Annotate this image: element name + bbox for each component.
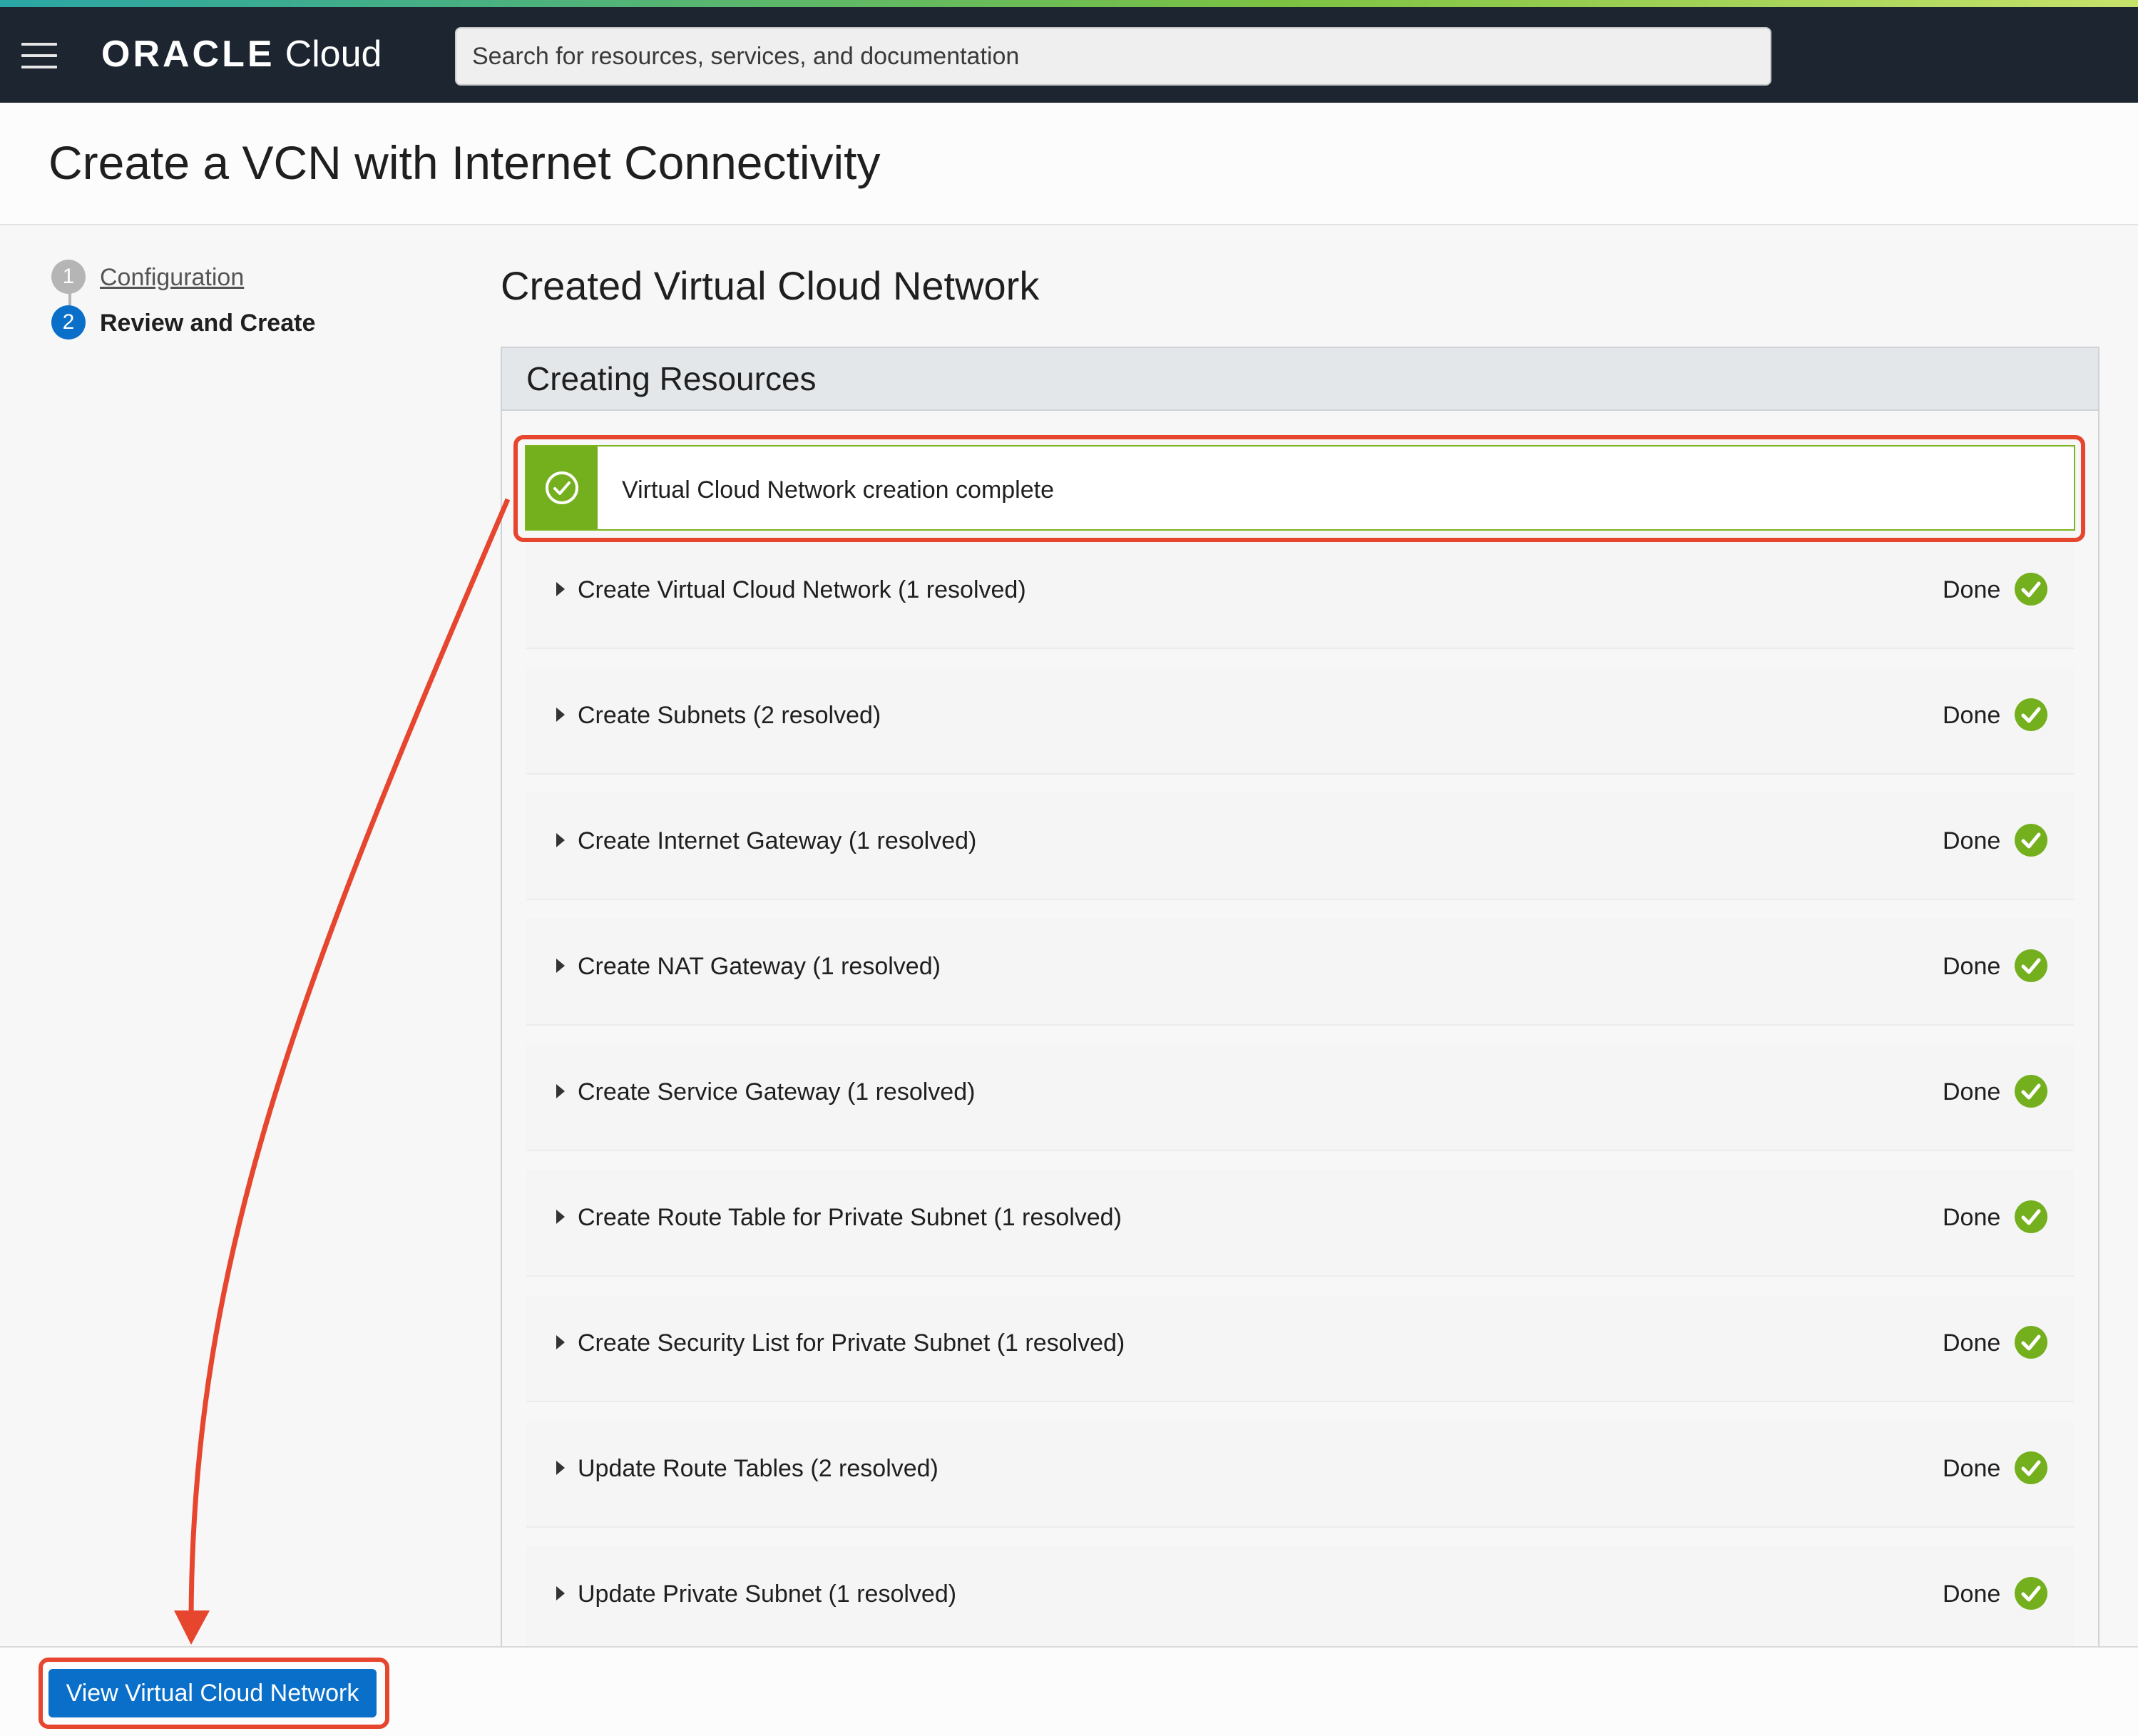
resource-status-text: Done [1943,1581,2001,1608]
check-circle-icon [2015,1326,2047,1359]
check-circle-icon [546,471,578,504]
resource-item-label[interactable]: Create Internet Gateway (1 resolved) [578,827,976,855]
check-circle-icon [2015,698,2047,731]
resource-item[interactable]: Create Internet Gateway (1 resolved) Don… [526,793,2074,900]
page-title: Create a VCN with Internet Connectivity [48,136,881,189]
resource-status-text: Done [1943,1455,2001,1482]
resource-item[interactable]: Create Security List for Private Subnet … [526,1295,2074,1402]
resource-status-text: Done [1943,1329,2001,1357]
caret-right-icon[interactable] [556,1084,565,1098]
check-circle-icon [2015,949,2047,982]
top-accent-bar [0,0,2138,7]
resource-status-text: Done [1943,576,2001,603]
step-label-configuration[interactable]: Configuration [100,264,244,292]
resource-item[interactable]: Create Subnets (2 resolved) Done [526,668,2074,775]
resource-status-text: Done [1943,1078,2001,1106]
success-banner: Virtual Cloud Network creation complete [525,445,2075,531]
resource-item-label[interactable]: Create Security List for Private Subnet … [578,1329,1125,1357]
hamburger-menu-icon[interactable] [21,43,57,68]
annotation-arrow-line [188,498,511,1620]
resource-item[interactable]: Update Private Subnet (1 resolved) Done [526,1546,2074,1653]
success-banner-strip [526,446,598,529]
success-banner-text: Virtual Cloud Network creation complete [622,476,1054,504]
step-number-badge: 1 [51,260,86,294]
brand-cloud-text: Cloud [285,34,382,75]
resource-item[interactable]: Create NAT Gateway (1 resolved) Done [526,919,2074,1026]
resource-item-label[interactable]: Create Route Table for Private Subnet (1… [578,1204,1122,1232]
top-navigation-bar: ORACLE Cloud [0,7,2138,103]
resource-status-text: Done [1943,702,2001,729]
caret-right-icon[interactable] [556,708,565,722]
check-circle-icon [2015,1200,2047,1233]
resource-item-label[interactable]: Create Subnets (2 resolved) [578,702,881,730]
caret-right-icon[interactable] [556,1210,565,1224]
check-circle-icon [2015,573,2047,606]
caret-right-icon[interactable] [556,1586,565,1600]
caret-right-icon[interactable] [556,959,565,973]
resource-item-label[interactable]: Update Route Tables (2 resolved) [578,1455,938,1483]
resource-item[interactable]: Create Virtual Cloud Network (1 resolved… [526,542,2074,649]
resource-item[interactable]: Create Route Table for Private Subnet (1… [526,1170,2074,1277]
panel-title: Creating Resources [502,348,2098,411]
page-header: Create a VCN with Internet Connectivity [0,103,2138,225]
resource-status-text: Done [1943,827,2001,854]
resource-item-label[interactable]: Create Virtual Cloud Network (1 resolved… [578,576,1026,604]
step-connector-line [68,292,71,305]
check-circle-icon [2015,1075,2047,1108]
caret-right-icon[interactable] [556,1461,565,1475]
check-circle-icon [2015,1451,2047,1484]
caret-right-icon[interactable] [556,833,565,847]
resource-status-text: Done [1943,953,2001,980]
resource-item[interactable]: Create Service Gateway (1 resolved) Done [526,1044,2074,1151]
section-title: Created Virtual Cloud Network [501,263,1040,308]
caret-right-icon[interactable] [556,1335,565,1349]
oracle-cloud-logo[interactable]: ORACLE Cloud [101,33,382,76]
check-circle-icon [2015,1577,2047,1610]
caret-right-icon[interactable] [556,582,565,596]
resource-item-label[interactable]: Create NAT Gateway (1 resolved) [578,953,941,981]
resource-list: Create Virtual Cloud Network (1 resolved… [526,542,2074,1672]
brand-oracle-text: ORACLE [101,34,275,75]
view-virtual-cloud-network-button[interactable]: View Virtual Cloud Network [48,1669,377,1717]
resource-item-label[interactable]: Update Private Subnet (1 resolved) [578,1581,956,1608]
resource-status-text: Done [1943,1204,2001,1231]
search-input[interactable] [455,27,1771,86]
annotation-arrowhead [174,1610,210,1645]
resource-item[interactable]: Update Route Tables (2 resolved) Done [526,1421,2074,1528]
step-number-badge: 2 [51,305,86,339]
check-circle-icon [2015,824,2047,857]
step-label-review-and-create: Review and Create [100,310,316,337]
resource-item-label[interactable]: Create Service Gateway (1 resolved) [578,1078,975,1106]
